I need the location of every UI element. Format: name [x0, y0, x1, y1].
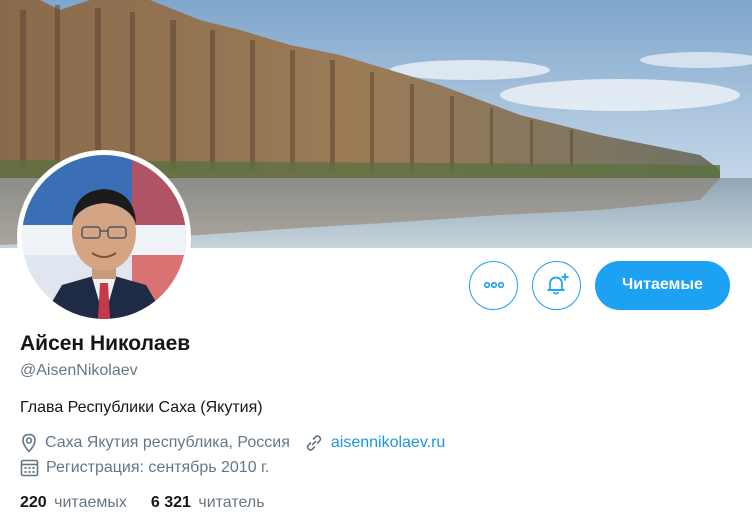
- joined-item: Регистрация: сентябрь 2010 г.: [20, 458, 269, 477]
- calendar-icon: [20, 459, 39, 477]
- location-pin-icon: [22, 433, 36, 453]
- notifications-button[interactable]: [532, 260, 581, 310]
- profile-stats: 220 читаемых 6 321 читатель: [20, 494, 289, 512]
- link-icon: [306, 435, 322, 451]
- more-horizontal-icon: [483, 281, 504, 289]
- followers-label: читатель: [198, 494, 265, 511]
- location-item: Саха Якутия республика, Россия: [20, 433, 290, 453]
- website-item[interactable]: aisennikolaev.ru: [304, 433, 445, 453]
- profile-avatar[interactable]: [17, 150, 191, 324]
- profile-meta-joined: Регистрация: сентябрь 2010 г.: [20, 458, 283, 477]
- following-stat[interactable]: 220 читаемых: [20, 494, 127, 512]
- follow-button[interactable]: Читаемые: [595, 260, 730, 310]
- followers-count: 6 321: [150, 494, 191, 511]
- following-count: 220: [20, 494, 47, 511]
- profile-meta: Саха Якутия республика, Россия aisenniko…: [20, 433, 459, 453]
- profile-name: Айсен Николаев: [20, 332, 191, 355]
- profile-handle: @AisenNikolaev: [20, 362, 138, 379]
- profile-actions: Читаемые: [469, 260, 730, 310]
- more-button[interactable]: [469, 260, 518, 310]
- joined-text: Регистрация: сентябрь 2010 г.: [46, 458, 270, 476]
- following-label: читаемых: [54, 494, 127, 511]
- bell-plus-icon: [546, 273, 569, 295]
- website-link[interactable]: aisennikolaev.ru: [331, 434, 445, 452]
- followers-stat[interactable]: 6 321 читатель: [151, 494, 265, 512]
- profile-bio: Глава Республики Саха (Якутия): [20, 399, 263, 416]
- location-text: Саха Якутия республика, Россия: [45, 434, 290, 451]
